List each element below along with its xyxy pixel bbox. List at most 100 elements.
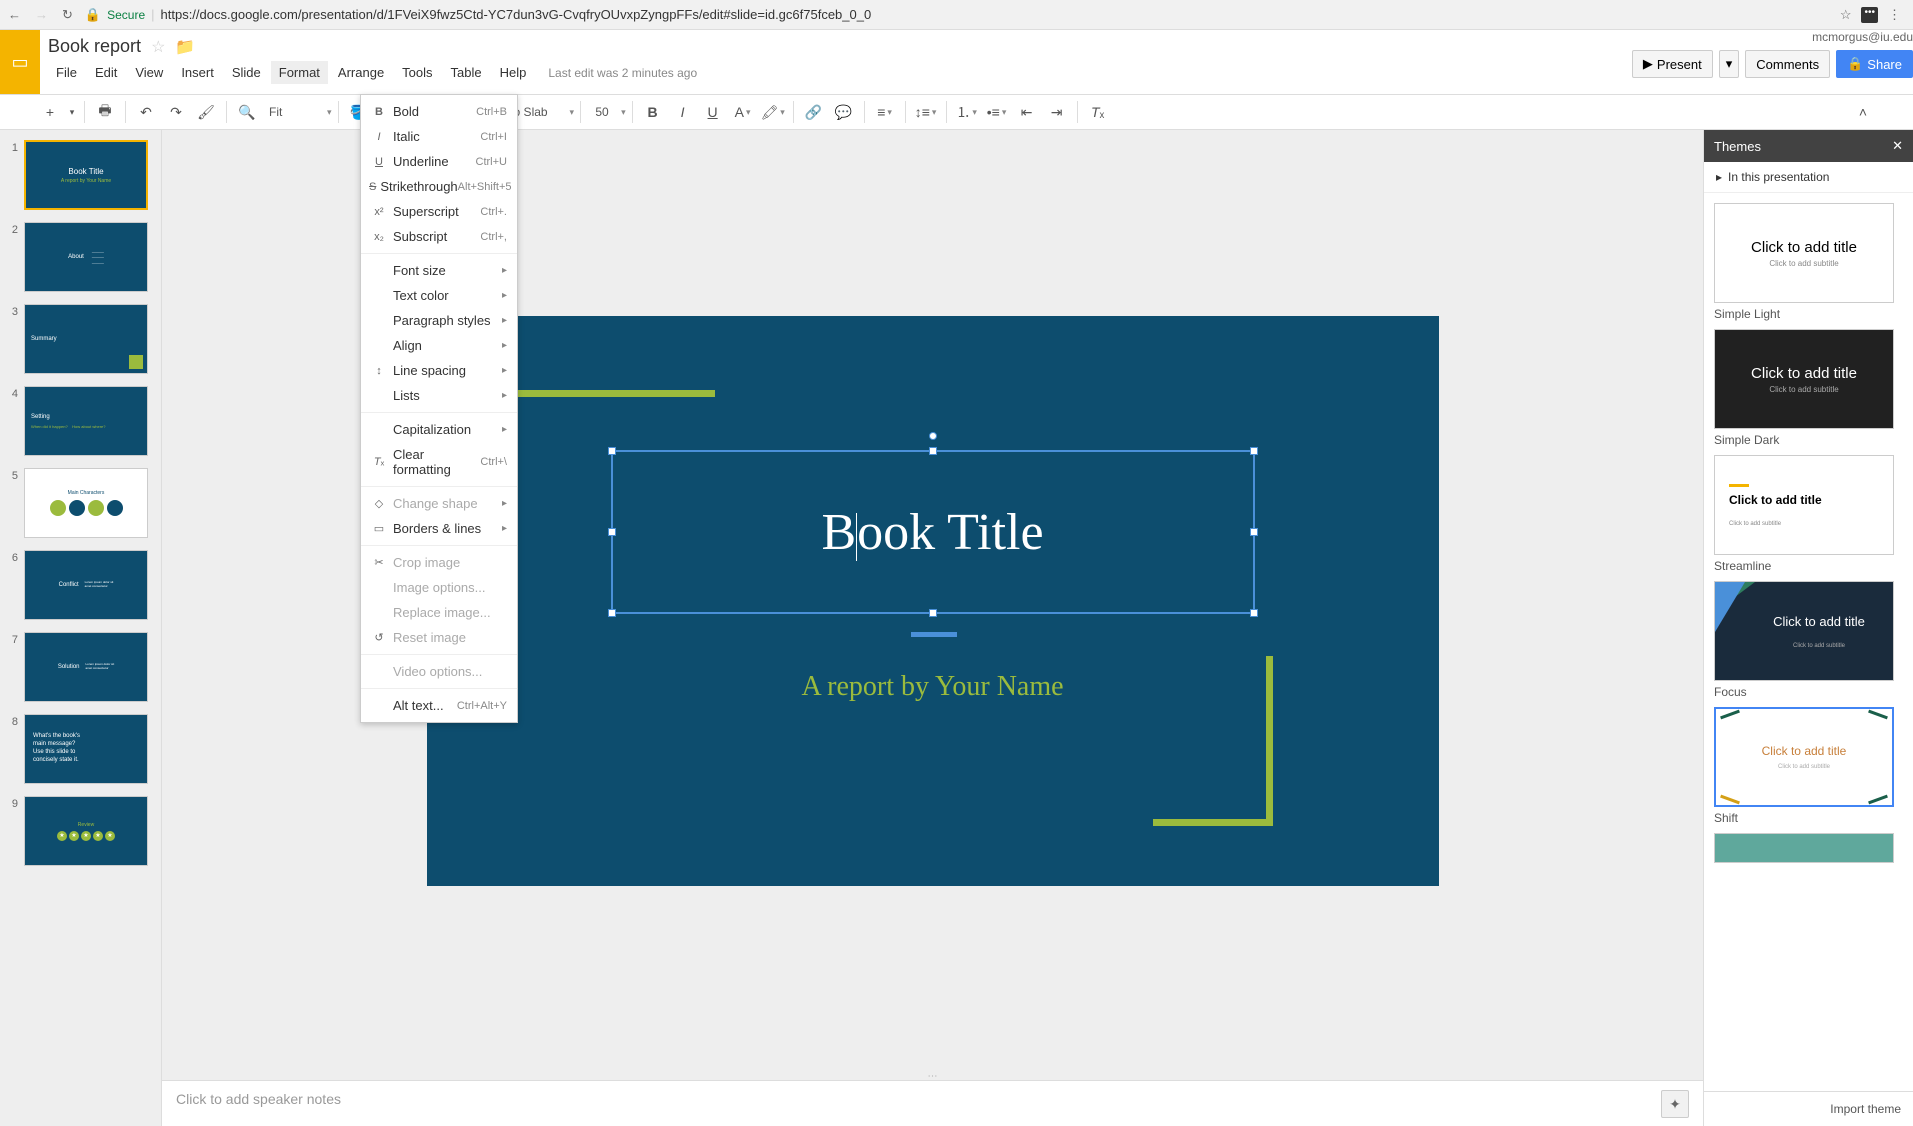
align-icon[interactable]: ≡▾ bbox=[871, 98, 899, 126]
present-dropdown[interactable]: ▾ bbox=[1719, 50, 1740, 78]
dd-paragraph[interactable]: Paragraph styles▸ bbox=[361, 308, 517, 333]
forward-icon[interactable]: → bbox=[35, 7, 48, 23]
subtitle-text[interactable]: A report by Your Name bbox=[427, 671, 1439, 703]
menu-help[interactable]: Help bbox=[492, 61, 535, 84]
dd-crop: ✂Crop image bbox=[361, 550, 517, 575]
filmstrip[interactable]: 1Book TitleA report by Your Name 2About—… bbox=[0, 130, 162, 1126]
slide-thumb-8[interactable]: What's the book'smain message?Use this s… bbox=[24, 714, 148, 784]
decrease-indent-icon[interactable]: ⇤ bbox=[1013, 98, 1041, 126]
link-icon[interactable]: 🔗 bbox=[800, 98, 828, 126]
close-icon[interactable]: ✕ bbox=[1892, 138, 1903, 154]
back-icon[interactable]: ← bbox=[8, 7, 21, 23]
slide-thumb-3[interactable]: Summary bbox=[24, 304, 148, 374]
menu-view[interactable]: View bbox=[127, 61, 171, 84]
notes-resize-handle[interactable]: ⋯ bbox=[162, 1072, 1703, 1080]
extension-icon[interactable]: ••• bbox=[1861, 7, 1878, 23]
dd-replace-image: Replace image... bbox=[361, 600, 517, 625]
title-text[interactable]: Book Title bbox=[821, 502, 1043, 562]
menu-table[interactable]: Table bbox=[443, 61, 490, 84]
numbered-list-icon[interactable]: ⒈▾ bbox=[953, 98, 981, 126]
dd-capitalization[interactable]: Capitalization▸ bbox=[361, 417, 517, 442]
dd-video-options: Video options... bbox=[361, 659, 517, 684]
reload-icon[interactable]: ↻ bbox=[62, 7, 73, 23]
slides-logo[interactable]: ▭ bbox=[0, 30, 40, 94]
browser-menu-icon[interactable]: ⋮ bbox=[1888, 7, 1901, 23]
slide-thumb-9[interactable]: Review★★★★★ bbox=[24, 796, 148, 866]
comment-icon[interactable]: 💬 bbox=[830, 98, 858, 126]
menu-insert[interactable]: Insert bbox=[173, 61, 222, 84]
zoom-select[interactable]: Fit bbox=[263, 105, 323, 119]
new-slide-dropdown[interactable]: ▾ bbox=[66, 98, 78, 126]
doc-title[interactable]: Book report bbox=[48, 36, 141, 57]
title-textbox[interactable]: Book Title bbox=[611, 450, 1255, 614]
slide-thumb-2[interactable]: About————————— bbox=[24, 222, 148, 292]
present-button[interactable]: ▶Present bbox=[1632, 50, 1713, 78]
dd-fontsize[interactable]: Font size▸ bbox=[361, 258, 517, 283]
slide-thumb-1[interactable]: Book TitleA report by Your Name bbox=[24, 140, 148, 210]
menu-slide[interactable]: Slide bbox=[224, 61, 269, 84]
dd-clear[interactable]: TₓClear formattingCtrl+\ bbox=[361, 442, 517, 482]
toolbar-more-icon[interactable]: ˄ bbox=[1849, 98, 1877, 126]
dd-underline[interactable]: UUnderlineCtrl+U bbox=[361, 149, 517, 174]
star-doc-icon[interactable]: ☆ bbox=[151, 37, 165, 57]
dd-subscript[interactable]: x₂SubscriptCtrl+, bbox=[361, 224, 517, 249]
increase-indent-icon[interactable]: ⇥ bbox=[1043, 98, 1071, 126]
bold-icon[interactable]: B bbox=[639, 98, 667, 126]
user-email[interactable]: mcmorgus@iu.edu bbox=[1812, 30, 1913, 44]
clear-formatting-icon[interactable]: Tₓ bbox=[1084, 98, 1112, 126]
slide-thumb-5[interactable]: Main Characters bbox=[24, 468, 148, 538]
line-spacing-icon[interactable]: ↕≡▾ bbox=[912, 98, 940, 126]
zoom-icon[interactable]: 🔍 bbox=[233, 98, 261, 126]
dd-strike[interactable]: SStrikethroughAlt+Shift+5 bbox=[361, 174, 517, 199]
redo-icon[interactable]: ↷ bbox=[162, 98, 190, 126]
notes-placeholder: Click to add speaker notes bbox=[176, 1091, 341, 1107]
menu-arrange[interactable]: Arrange bbox=[330, 61, 392, 84]
menu-file[interactable]: File bbox=[48, 61, 85, 84]
text-color-icon[interactable]: A▾ bbox=[729, 98, 757, 126]
menu-edit[interactable]: Edit bbox=[87, 61, 125, 84]
dd-superscript[interactable]: x²SuperscriptCtrl+. bbox=[361, 199, 517, 224]
share-button[interactable]: 🔒Share bbox=[1836, 50, 1913, 78]
theme-simple-dark[interactable]: Click to add titleClick to add subtitle … bbox=[1714, 329, 1903, 447]
url-bar[interactable]: 🔒 Secure | https://docs.google.com/prese… bbox=[85, 7, 1828, 23]
folder-icon[interactable]: 📁 bbox=[175, 37, 195, 57]
print-icon[interactable]: 🖶 bbox=[91, 98, 119, 126]
dd-linespacing[interactable]: ↕Line spacing▸ bbox=[361, 358, 517, 383]
paint-format-icon[interactable]: 🖌 bbox=[192, 98, 220, 126]
comments-button[interactable]: Comments bbox=[1745, 50, 1830, 78]
theme-focus[interactable]: Click to add title Click to add subtitle… bbox=[1714, 581, 1903, 699]
slide-thumb-7[interactable]: SolutionLorem ipsum dolor sitamet consec… bbox=[24, 632, 148, 702]
undo-icon[interactable]: ↶ bbox=[132, 98, 160, 126]
highlight-icon[interactable]: 🖍▾ bbox=[759, 98, 787, 126]
dd-align[interactable]: Align▸ bbox=[361, 333, 517, 358]
theme-next[interactable] bbox=[1714, 833, 1903, 863]
dd-textcolor[interactable]: Text color▸ bbox=[361, 283, 517, 308]
italic-icon[interactable]: I bbox=[669, 98, 697, 126]
star-icon[interactable]: ☆ bbox=[1840, 7, 1852, 23]
themes-section[interactable]: ▸In this presentation bbox=[1704, 162, 1913, 193]
new-slide-button[interactable]: + bbox=[36, 98, 64, 126]
theme-shift[interactable]: Click to add title Click to add subtitle… bbox=[1714, 707, 1903, 825]
dd-alt-text[interactable]: Alt text...Ctrl+Alt+Y bbox=[361, 693, 517, 718]
dd-borders[interactable]: ▭Borders & lines▸ bbox=[361, 516, 517, 541]
dd-change-shape: ◇Change shape▸ bbox=[361, 491, 517, 516]
theme-simple-light[interactable]: Click to add titleClick to add subtitle … bbox=[1714, 203, 1903, 321]
menu-format[interactable]: Format bbox=[271, 61, 328, 84]
underline-icon[interactable]: U bbox=[699, 98, 727, 126]
dd-bold[interactable]: BBoldCtrl+B bbox=[361, 99, 517, 124]
browser-chrome: ← → ↻ 🔒 Secure | https://docs.google.com… bbox=[0, 0, 1913, 30]
dd-lists[interactable]: Lists▸ bbox=[361, 383, 517, 408]
accent-decoration bbox=[1153, 819, 1273, 826]
bulleted-list-icon[interactable]: •≡▾ bbox=[983, 98, 1011, 126]
dd-italic[interactable]: IItalicCtrl+I bbox=[361, 124, 517, 149]
slide-canvas[interactable]: Book Title A report by Your Name bbox=[427, 316, 1439, 886]
import-theme-button[interactable]: Import theme bbox=[1704, 1091, 1913, 1126]
speaker-notes[interactable]: Click to add speaker notes ✦ bbox=[162, 1080, 1703, 1126]
menu-tools[interactable]: Tools bbox=[394, 61, 440, 84]
slide-thumb-6[interactable]: ConflictLorem ipsum dolor sitamet consec… bbox=[24, 550, 148, 620]
format-dropdown: BBoldCtrl+B IItalicCtrl+I UUnderlineCtrl… bbox=[360, 94, 518, 723]
font-size-select[interactable]: 50 bbox=[587, 105, 617, 119]
explore-button[interactable]: ✦ bbox=[1661, 1090, 1689, 1118]
slide-thumb-4[interactable]: SettingWhen did it happen? How about whe… bbox=[24, 386, 148, 456]
theme-streamline[interactable]: Click to add titleClick to add subtitle … bbox=[1714, 455, 1903, 573]
